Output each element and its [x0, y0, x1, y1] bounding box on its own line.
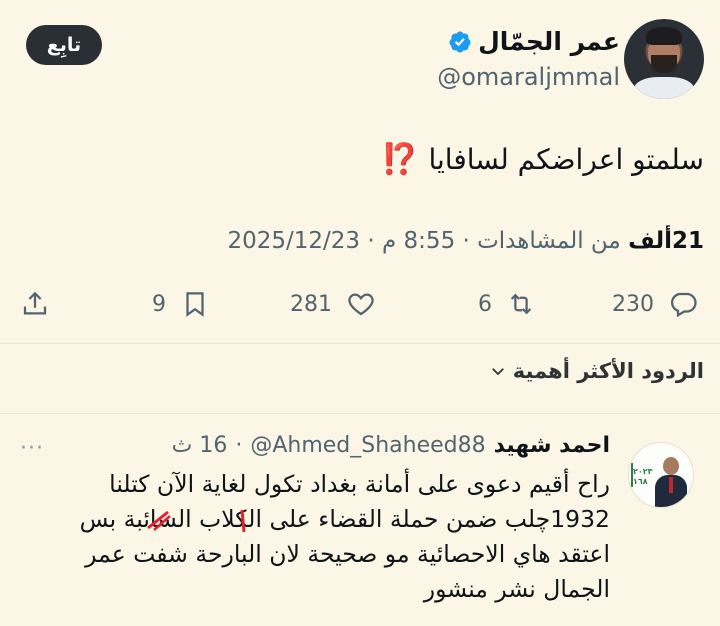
reply-author-name[interactable]: احمد شهيد [494, 433, 610, 458]
tweet-time[interactable]: 8:55 م [382, 228, 455, 254]
reply-count: 230 [612, 291, 654, 317]
reply-time[interactable]: 16 ث [172, 433, 228, 458]
reply-separator: · [235, 433, 243, 458]
bookmark-action[interactable]: 9 [152, 282, 210, 326]
like-count: 281 [290, 291, 332, 317]
reply-header: احمد شهيد @Ahmed_Shaheed88 · 16 ث [172, 433, 610, 458]
chevron-down-icon [491, 368, 504, 376]
verified-badge-icon[interactable] [448, 30, 472, 54]
repost-icon [510, 293, 532, 315]
views-count: 21ألف [628, 228, 704, 254]
reply-icon [671, 292, 697, 318]
views-label: من المشاهدات [477, 228, 621, 254]
red-annotation-mark [147, 509, 246, 533]
reply-author-handle[interactable]: @Ahmed_Shaheed88 [250, 433, 485, 458]
share-action[interactable] [20, 282, 50, 326]
author-handle[interactable]: @omaraljmmal [437, 63, 620, 91]
tweet-action-bar: 230 6 281 9 [0, 282, 720, 326]
author-name-row: عمر الجمّال [448, 27, 620, 56]
reply-line: اعتقد هاي الاحصائية مو صحيحة لان البارحة… [85, 540, 610, 568]
like-action[interactable]: 281 [290, 282, 376, 326]
bookmark-count: 9 [152, 291, 166, 317]
share-icon [23, 291, 47, 315]
bookmark-icon [186, 292, 204, 317]
tweet-body: سلمتو اعراضكم لسافايا [428, 143, 704, 176]
divider [0, 343, 720, 344]
exclamation-question-icon: ⁉️ [381, 142, 419, 177]
tweet-date[interactable]: 2025/12/23 [227, 228, 360, 254]
tweet-views[interactable]: 21ألف من المشاهدات [477, 228, 704, 254]
tweet-text: سلمتو اعراضكم لسافايا ⁉️ [381, 142, 704, 177]
more-options-icon[interactable]: ··· [20, 436, 44, 461]
reply-line: الجمال نشر منشور [423, 575, 610, 603]
reply-line: راح أقيم دعوى على أمانة بغداد تكول لغاية… [109, 470, 610, 498]
reply-text: راح أقيم دعوى على أمانة بغداد تكول لغاية… [50, 467, 610, 607]
reply-action[interactable]: 230 [612, 282, 698, 326]
reply-line: 1932چلب ضمن حملة القضاء على الكلاب السائ… [79, 505, 610, 533]
heart-icon [348, 293, 374, 316]
follow-button[interactable]: تابِع [26, 25, 102, 65]
author-display-name[interactable]: عمر الجمّال [478, 27, 620, 56]
divider [0, 413, 720, 414]
repost-action[interactable]: 6 [478, 282, 536, 326]
meta-separator: · [462, 228, 470, 254]
reply-avatar[interactable]: ٢٠٢٣ ١٦٨ [628, 442, 694, 508]
tweet-meta: 21ألف من المشاهدات · 8:55 م · 2025/12/23 [227, 228, 704, 254]
replies-sort-dropdown[interactable]: الردود الأكثر أهمية [489, 359, 704, 383]
repost-count: 6 [478, 291, 492, 317]
replies-sort-label: الردود الأكثر أهمية [512, 359, 704, 383]
meta-separator: · [367, 228, 375, 254]
author-avatar[interactable] [624, 19, 704, 99]
